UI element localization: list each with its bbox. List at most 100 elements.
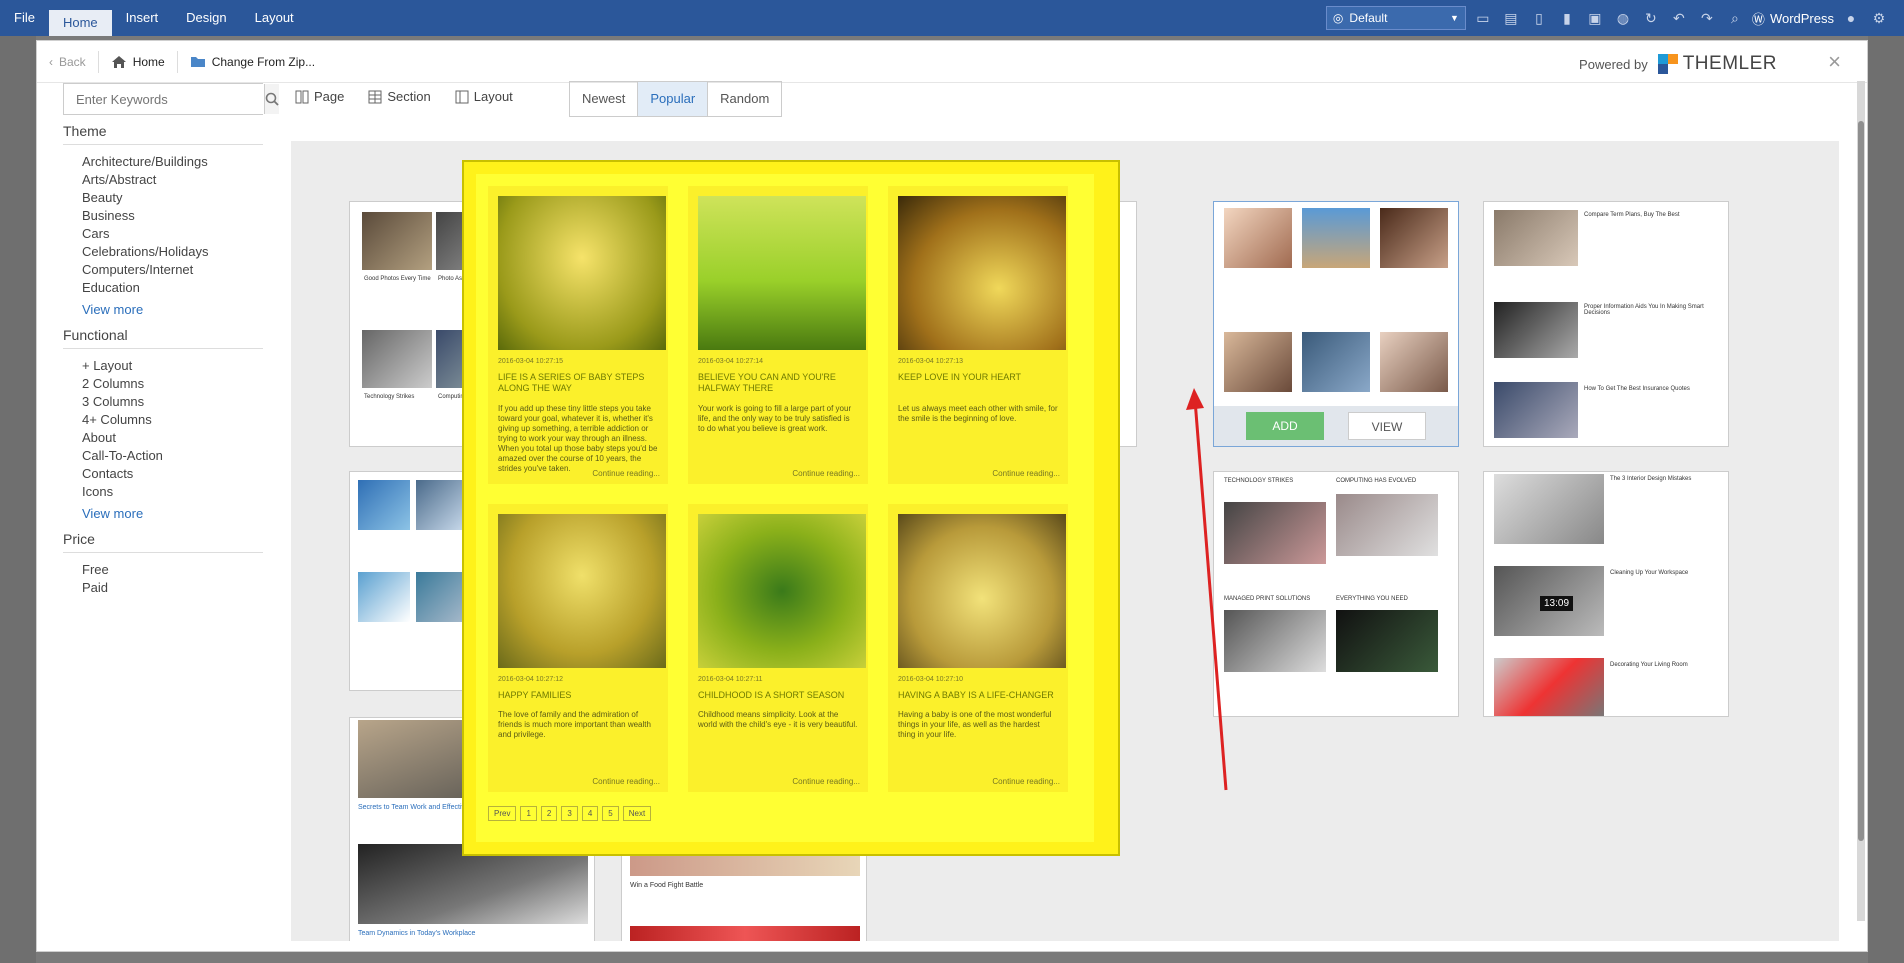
- change-from-zip-label: Change From Zip...: [211, 54, 316, 69]
- search-input[interactable]: [64, 84, 264, 114]
- view-switch: Page Section Layout: [295, 89, 513, 104]
- pager-next[interactable]: Next: [622, 806, 652, 821]
- template-card[interactable]: Win a Food Fight Battle: [621, 841, 867, 941]
- preview-post-title: LIFE IS A SERIES OF BABY STEPS ALONG THE…: [498, 372, 645, 393]
- card-title: MANAGED PRINT SOLUTIONS: [1224, 596, 1311, 602]
- template-card[interactable]: Compare Term Plans, Buy The Best Proper …: [1483, 201, 1729, 447]
- template-card-hovered[interactable]: ADD VIEW: [1213, 201, 1459, 447]
- home-button[interactable]: Home: [99, 50, 178, 73]
- tab-layout[interactable]: Layout: [241, 0, 308, 36]
- scrollbar-thumb[interactable]: [1858, 121, 1864, 841]
- settings-icon[interactable]: ⚙: [1868, 7, 1890, 29]
- view-button[interactable]: VIEW: [1348, 412, 1426, 440]
- desktop-icon[interactable]: ▭: [1472, 7, 1494, 29]
- preview-post-title: KEEP LOVE IN YOUR HEART: [898, 372, 1022, 382]
- filter-celebrations[interactable]: Celebrations/Holidays: [63, 243, 263, 261]
- preview-post-meta: 2016-03-04 10:27:12: [498, 676, 563, 683]
- sort-random-button[interactable]: Random: [708, 82, 781, 116]
- tab-file[interactable]: File: [0, 0, 49, 36]
- filter-architecture[interactable]: Architecture/Buildings: [63, 153, 263, 171]
- filter-contacts[interactable]: Contacts: [63, 465, 263, 483]
- filter-icons[interactable]: Icons: [63, 483, 263, 501]
- filter-3-columns[interactable]: 3 Columns: [63, 393, 263, 411]
- undo-icon[interactable]: ↶: [1668, 7, 1690, 29]
- laptop-icon[interactable]: ▤: [1500, 7, 1522, 29]
- tablet-icon[interactable]: ▯: [1528, 7, 1550, 29]
- change-from-zip-button[interactable]: Change From Zip...: [178, 51, 327, 73]
- view-layout-button[interactable]: Layout: [455, 89, 513, 104]
- search-button[interactable]: [264, 84, 279, 114]
- layout-icon: [455, 90, 469, 103]
- clock-display: 13:09: [1540, 596, 1574, 611]
- themler-logo: THEMLER: [1657, 53, 1777, 75]
- pager-page[interactable]: 5: [602, 806, 619, 821]
- home-label: Home: [132, 54, 165, 69]
- preview-continue-link[interactable]: Continue reading...: [992, 777, 1060, 786]
- preview-continue-link[interactable]: Continue reading...: [992, 469, 1060, 478]
- filter-4-columns[interactable]: 4+ Columns: [63, 411, 263, 429]
- preview-continue-link[interactable]: Continue reading...: [792, 469, 860, 478]
- filter-beauty[interactable]: Beauty: [63, 189, 263, 207]
- template-thumb: [1224, 208, 1292, 268]
- filter-business[interactable]: Business: [63, 207, 263, 225]
- theme-view-more-link[interactable]: View more: [63, 301, 263, 319]
- pager-page[interactable]: 3: [561, 806, 578, 821]
- add-button[interactable]: ADD: [1246, 412, 1324, 440]
- phone-icon[interactable]: ▮: [1556, 7, 1578, 29]
- refresh-icon[interactable]: ↻: [1640, 7, 1662, 29]
- functional-view-more-link[interactable]: View more: [63, 505, 263, 523]
- view-section-label: Section: [387, 89, 431, 104]
- redo-icon[interactable]: ↷: [1696, 7, 1718, 29]
- filter-paid[interactable]: Paid: [63, 579, 263, 597]
- powered-by-label: Powered by: [1579, 56, 1648, 72]
- style-select[interactable]: ◎ Default ▼: [1325, 6, 1466, 30]
- view-page-button[interactable]: Page: [295, 89, 344, 104]
- globe-icon[interactable]: ◍: [1612, 7, 1634, 29]
- tab-design[interactable]: Design: [172, 0, 240, 36]
- filter-free[interactable]: Free: [63, 561, 263, 579]
- view-section-button[interactable]: Section: [368, 89, 431, 104]
- template-thumb: [416, 572, 468, 622]
- pager-page[interactable]: 2: [540, 806, 558, 821]
- preview-continue-link[interactable]: Continue reading...: [592, 469, 660, 478]
- preview-post-image: [898, 196, 1066, 350]
- filter-education[interactable]: Education: [63, 279, 263, 297]
- template-card[interactable]: The 3 Interior Design Mistakes 13:09 Cle…: [1483, 471, 1729, 717]
- tab-home[interactable]: Home: [48, 10, 112, 36]
- template-card[interactable]: TECHNOLOGY STRIKES COMPUTING HAS EVOLVED…: [1213, 471, 1459, 717]
- themler-logo-icon: [1657, 54, 1678, 74]
- filter-arts[interactable]: Arts/Abstract: [63, 171, 263, 189]
- template-thumb: [1224, 332, 1292, 392]
- preview-post: 2016-03-04 10:27:12 HAPPY FAMILIES The l…: [488, 504, 668, 792]
- preview-continue-link[interactable]: Continue reading...: [792, 777, 860, 786]
- pager-page[interactable]: 4: [581, 806, 599, 821]
- preview-icon[interactable]: ⌕: [1724, 7, 1746, 29]
- sort-newest-button[interactable]: Newest: [570, 82, 639, 116]
- filter-layout[interactable]: + Layout: [63, 357, 263, 375]
- pager-page[interactable]: 1: [520, 806, 537, 821]
- section-icon: [368, 90, 382, 103]
- tab-insert[interactable]: Insert: [112, 0, 173, 36]
- user-icon[interactable]: ●: [1840, 7, 1862, 29]
- preview-post-meta: 2016-03-04 10:27:13: [898, 358, 963, 365]
- preview-continue-link[interactable]: Continue reading...: [592, 777, 660, 786]
- template-thumb: [1302, 208, 1370, 268]
- functional-heading: Functional: [63, 327, 263, 349]
- save-icon[interactable]: ▣: [1584, 7, 1606, 29]
- dialog-scrollbar[interactable]: [1857, 81, 1865, 921]
- sort-popular-button[interactable]: Popular: [638, 82, 709, 116]
- filter-about[interactable]: About: [63, 429, 263, 447]
- pager-prev[interactable]: Prev: [488, 806, 517, 821]
- card-title: How To Get The Best Insurance Quotes: [1584, 386, 1690, 392]
- backdrop-right: [1868, 36, 1904, 963]
- filter-cars[interactable]: Cars: [63, 225, 263, 243]
- filter-call-to-action[interactable]: Call-To-Action: [63, 447, 263, 465]
- filter-2-columns[interactable]: 2 Columns: [63, 375, 263, 393]
- card-title: Decorating Your Living Room: [1610, 662, 1688, 668]
- filter-computers[interactable]: Computers/Internet: [63, 261, 263, 279]
- wordpress-button[interactable]: Ⓦ WordPress: [1752, 9, 1834, 28]
- preview-post-meta: 2016-03-04 10:27:15: [498, 358, 563, 365]
- close-icon[interactable]: ×: [1828, 49, 1841, 75]
- template-thumb: [1494, 474, 1604, 544]
- back-button[interactable]: ‹ Back: [37, 50, 99, 73]
